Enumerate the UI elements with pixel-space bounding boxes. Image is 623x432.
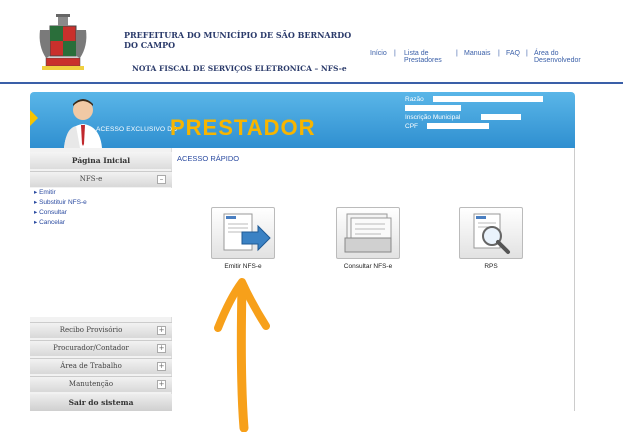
nfse-submenu: ▸ Emitir ▸ Substituir NFS-e ▸ Consultar … [30,188,172,317]
org-title: PREFEITURA DO MUNICÍPIO DE SÃO BERNARDO … [124,30,352,50]
bullet-icon: ▸ [34,199,38,206]
prestador-info: Razão Inscrição Municipal CPF [405,95,543,131]
emitir-document-arrow-icon [223,213,271,252]
system-subtitle: NOTA FISCAL DE SERVIÇOS ELETRONICA – NFS… [132,64,347,73]
acesso-exclusivo-label: ACESSO EXCLUSIVO DO [96,126,178,133]
sidebar-section-area-trabalho[interactable]: Área de Trabalho + [30,358,172,374]
annotation-arrow-icon [214,278,270,432]
razao-label: Razão [405,96,424,103]
sidebar-item-emitir[interactable]: ▸ Emitir [30,188,172,198]
sidebar-section-label: Área de Trabalho [60,362,122,370]
inscricao-label: Inscrição Municipal [405,114,461,121]
prestador-title: PRESTADOR [170,115,316,140]
header: PREFEITURA DO MUNICÍPIO DE SÃO BERNARDO … [0,0,623,84]
sidebar-section-label: Manutenção [68,380,114,388]
pagina-inicial-link[interactable]: Página Inicial [30,152,172,169]
sidebar-section-recibo[interactable]: Recibo Provisório + [30,322,172,338]
user-avatar-icon [64,99,102,148]
sidebar-section-label: Recibo Provisório [59,326,123,334]
nav-manuais-link[interactable]: Manuais [464,50,490,57]
nav-separator: | [456,50,458,57]
sidebar-item-cancelar[interactable]: ▸ Cancelar [30,218,172,228]
nav-lista-line1: Lista de [404,50,429,57]
consultar-nfse-tile[interactable] [336,207,400,259]
sidebar-section-label: NFS-e [79,175,103,183]
emitir-nfse-tile[interactable] [211,207,275,259]
razao-redacted-cont [405,105,461,111]
expand-icon[interactable]: + [157,380,166,389]
inscricao-redacted [481,114,521,120]
cpf-label: CPF [405,123,418,130]
expand-icon[interactable]: + [157,362,166,371]
banner-arrow-icon [30,110,38,126]
cpf-redacted [427,123,489,129]
nav-faq-link[interactable]: FAQ [506,50,520,57]
sidebar-section-label: Procurador/Contador [53,344,129,352]
sidebar-item-consultar[interactable]: ▸ Consultar [30,208,172,218]
nav-separator: | [394,50,396,57]
nav-inicio-link[interactable]: Início [370,50,387,57]
expand-icon[interactable]: + [157,326,166,335]
rps-magnifier-icon [473,213,510,254]
acesso-rapido-heading: ACESSO RÁPIDO [177,154,240,163]
bullet-icon: ▸ [34,219,38,226]
header-divider [0,82,623,84]
city-crest-logo [39,14,87,70]
sidebar-item-substituir[interactable]: ▸ Substituir NFS-e [30,198,172,208]
sidebar-section-procurador[interactable]: Procurador/Contador + [30,340,172,356]
nav-area-line2: Desenvolvedor [534,57,581,64]
sair-do-sistema-button[interactable]: Sair do sistema [30,394,172,411]
expand-icon[interactable]: + [157,344,166,353]
sidebar-section-nfse[interactable]: NFS-e – [30,171,172,187]
bullet-icon: ▸ [34,189,38,196]
sidebar-section-manutencao[interactable]: Manutenção + [30,376,172,392]
consultar-nfse-label[interactable]: Consultar NFS-e [323,263,413,270]
nav-lista-line2: Prestadores [404,57,442,64]
collapse-icon[interactable]: – [157,175,166,184]
nav-area-line1: Área do [534,50,559,57]
nav-lista-prestadores-link[interactable]: Lista de Prestadores [404,50,442,64]
razao-redacted [433,96,543,102]
nav-area-desenvolvedor-link[interactable]: Área do Desenvolvedor [534,50,581,64]
consultar-documents-icon [344,213,392,253]
rps-label[interactable]: RPS [446,263,536,270]
nav-separator: | [498,50,500,57]
bullet-icon: ▸ [34,209,38,216]
nav-separator: | [526,50,528,57]
rps-tile[interactable] [459,207,523,259]
